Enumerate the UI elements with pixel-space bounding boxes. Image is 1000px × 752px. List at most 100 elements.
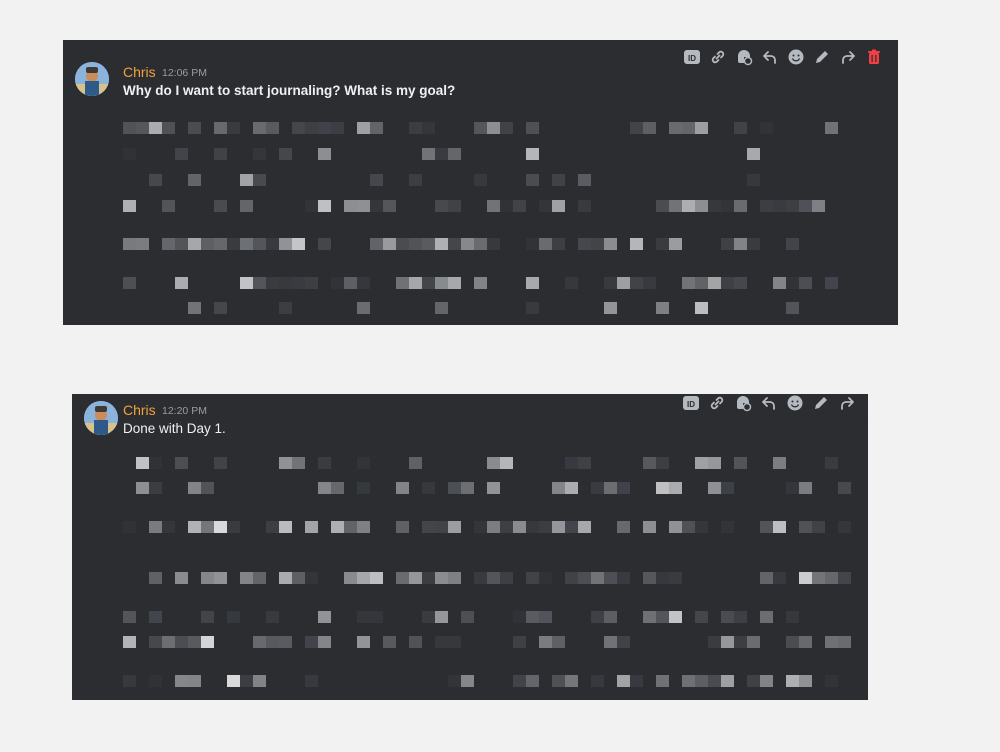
pixel-block bbox=[825, 122, 838, 134]
pixel-block bbox=[773, 457, 786, 469]
forward-icon[interactable] bbox=[836, 394, 858, 414]
pixel-block bbox=[461, 675, 474, 687]
pixel-block bbox=[786, 200, 799, 212]
pixel-block bbox=[422, 122, 435, 134]
pixel-block bbox=[656, 572, 669, 584]
pixel-block bbox=[435, 521, 448, 533]
pixel-block bbox=[253, 277, 266, 289]
pixel-block bbox=[201, 611, 214, 623]
pixel-block bbox=[266, 277, 279, 289]
pixel-block bbox=[162, 521, 175, 533]
pixel-block bbox=[552, 482, 565, 494]
pixel-block bbox=[344, 277, 357, 289]
reply-icon[interactable] bbox=[758, 394, 780, 414]
message-timestamp: 12:06 PM bbox=[162, 67, 207, 79]
pixel-block bbox=[760, 122, 773, 134]
pixel-block bbox=[175, 572, 188, 584]
emoji-icon[interactable] bbox=[785, 46, 807, 68]
message-card-2[interactable]: Chris 12:20 PM Done with Day 1. ID bbox=[72, 394, 868, 700]
forward-icon[interactable] bbox=[837, 46, 859, 68]
pixel-block bbox=[305, 122, 318, 134]
pixel-block bbox=[604, 636, 617, 648]
pixel-block bbox=[591, 482, 604, 494]
edit-icon[interactable] bbox=[811, 46, 833, 68]
pixel-block bbox=[825, 572, 838, 584]
pixel-block bbox=[747, 148, 760, 160]
pixel-block bbox=[747, 174, 760, 186]
pixel-block bbox=[435, 302, 448, 314]
pixel-block bbox=[188, 675, 201, 687]
pixel-block bbox=[149, 482, 162, 494]
pixel-block bbox=[773, 521, 786, 533]
pixel-block bbox=[357, 482, 370, 494]
pixel-block bbox=[318, 122, 331, 134]
pixel-block bbox=[435, 200, 448, 212]
pixel-block bbox=[500, 572, 513, 584]
pixel-block bbox=[682, 200, 695, 212]
pixel-block bbox=[604, 238, 617, 250]
pixel-block bbox=[643, 122, 656, 134]
pixel-block bbox=[227, 675, 240, 687]
pixel-block bbox=[708, 482, 721, 494]
pixel-block bbox=[513, 611, 526, 623]
pixel-block bbox=[370, 174, 383, 186]
pixel-block bbox=[448, 675, 461, 687]
pixel-block bbox=[279, 572, 292, 584]
avatar[interactable] bbox=[84, 401, 118, 435]
pixel-block bbox=[565, 572, 578, 584]
id-icon[interactable]: ID bbox=[681, 46, 703, 68]
pixel-block bbox=[708, 675, 721, 687]
pixel-block bbox=[695, 302, 708, 314]
thread-reply-icon[interactable] bbox=[732, 394, 754, 414]
author-name[interactable]: Chris bbox=[123, 402, 156, 418]
pixel-block bbox=[526, 238, 539, 250]
pixelated-message-body bbox=[72, 394, 868, 700]
pixel-block bbox=[539, 200, 552, 212]
pixel-block bbox=[578, 200, 591, 212]
pixel-block bbox=[266, 122, 279, 134]
pixel-block bbox=[266, 611, 279, 623]
thread-reply-icon[interactable] bbox=[733, 46, 755, 68]
pixel-block bbox=[162, 200, 175, 212]
pixel-block bbox=[539, 238, 552, 250]
pixel-block bbox=[799, 277, 812, 289]
pixel-block bbox=[383, 200, 396, 212]
pixel-block bbox=[357, 122, 370, 134]
pixel-block bbox=[253, 636, 266, 648]
pixel-block bbox=[396, 572, 409, 584]
pixel-block bbox=[123, 200, 136, 212]
pixel-block bbox=[370, 238, 383, 250]
pixel-block bbox=[435, 611, 448, 623]
pixel-block bbox=[656, 675, 669, 687]
pixel-block bbox=[448, 200, 461, 212]
pixel-block bbox=[201, 572, 214, 584]
edit-icon[interactable] bbox=[810, 394, 832, 414]
pixel-block bbox=[305, 200, 318, 212]
message-card-1[interactable]: Chris 12:06 PM Why do I want to start jo… bbox=[63, 40, 898, 325]
link-icon[interactable] bbox=[706, 394, 728, 414]
pixel-block bbox=[422, 521, 435, 533]
pixel-block bbox=[370, 611, 383, 623]
pixel-block bbox=[578, 572, 591, 584]
pixel-block bbox=[214, 238, 227, 250]
pixel-block bbox=[500, 200, 513, 212]
emoji-icon[interactable] bbox=[784, 394, 806, 414]
pixel-block bbox=[604, 482, 617, 494]
avatar[interactable] bbox=[75, 62, 109, 96]
pixel-block bbox=[799, 200, 812, 212]
pixel-block bbox=[279, 302, 292, 314]
author-name[interactable]: Chris bbox=[123, 64, 156, 80]
reply-icon[interactable] bbox=[759, 46, 781, 68]
pixel-block bbox=[409, 238, 422, 250]
pixel-block bbox=[201, 238, 214, 250]
pixel-block bbox=[747, 238, 760, 250]
pixel-block bbox=[188, 122, 201, 134]
id-icon[interactable]: ID bbox=[680, 394, 702, 414]
pixel-block bbox=[266, 238, 279, 250]
pixel-block bbox=[669, 482, 682, 494]
delete-icon[interactable] bbox=[863, 46, 885, 68]
pixel-block bbox=[188, 636, 201, 648]
link-icon[interactable] bbox=[707, 46, 729, 68]
pixel-block bbox=[435, 572, 448, 584]
pixel-block bbox=[422, 572, 435, 584]
